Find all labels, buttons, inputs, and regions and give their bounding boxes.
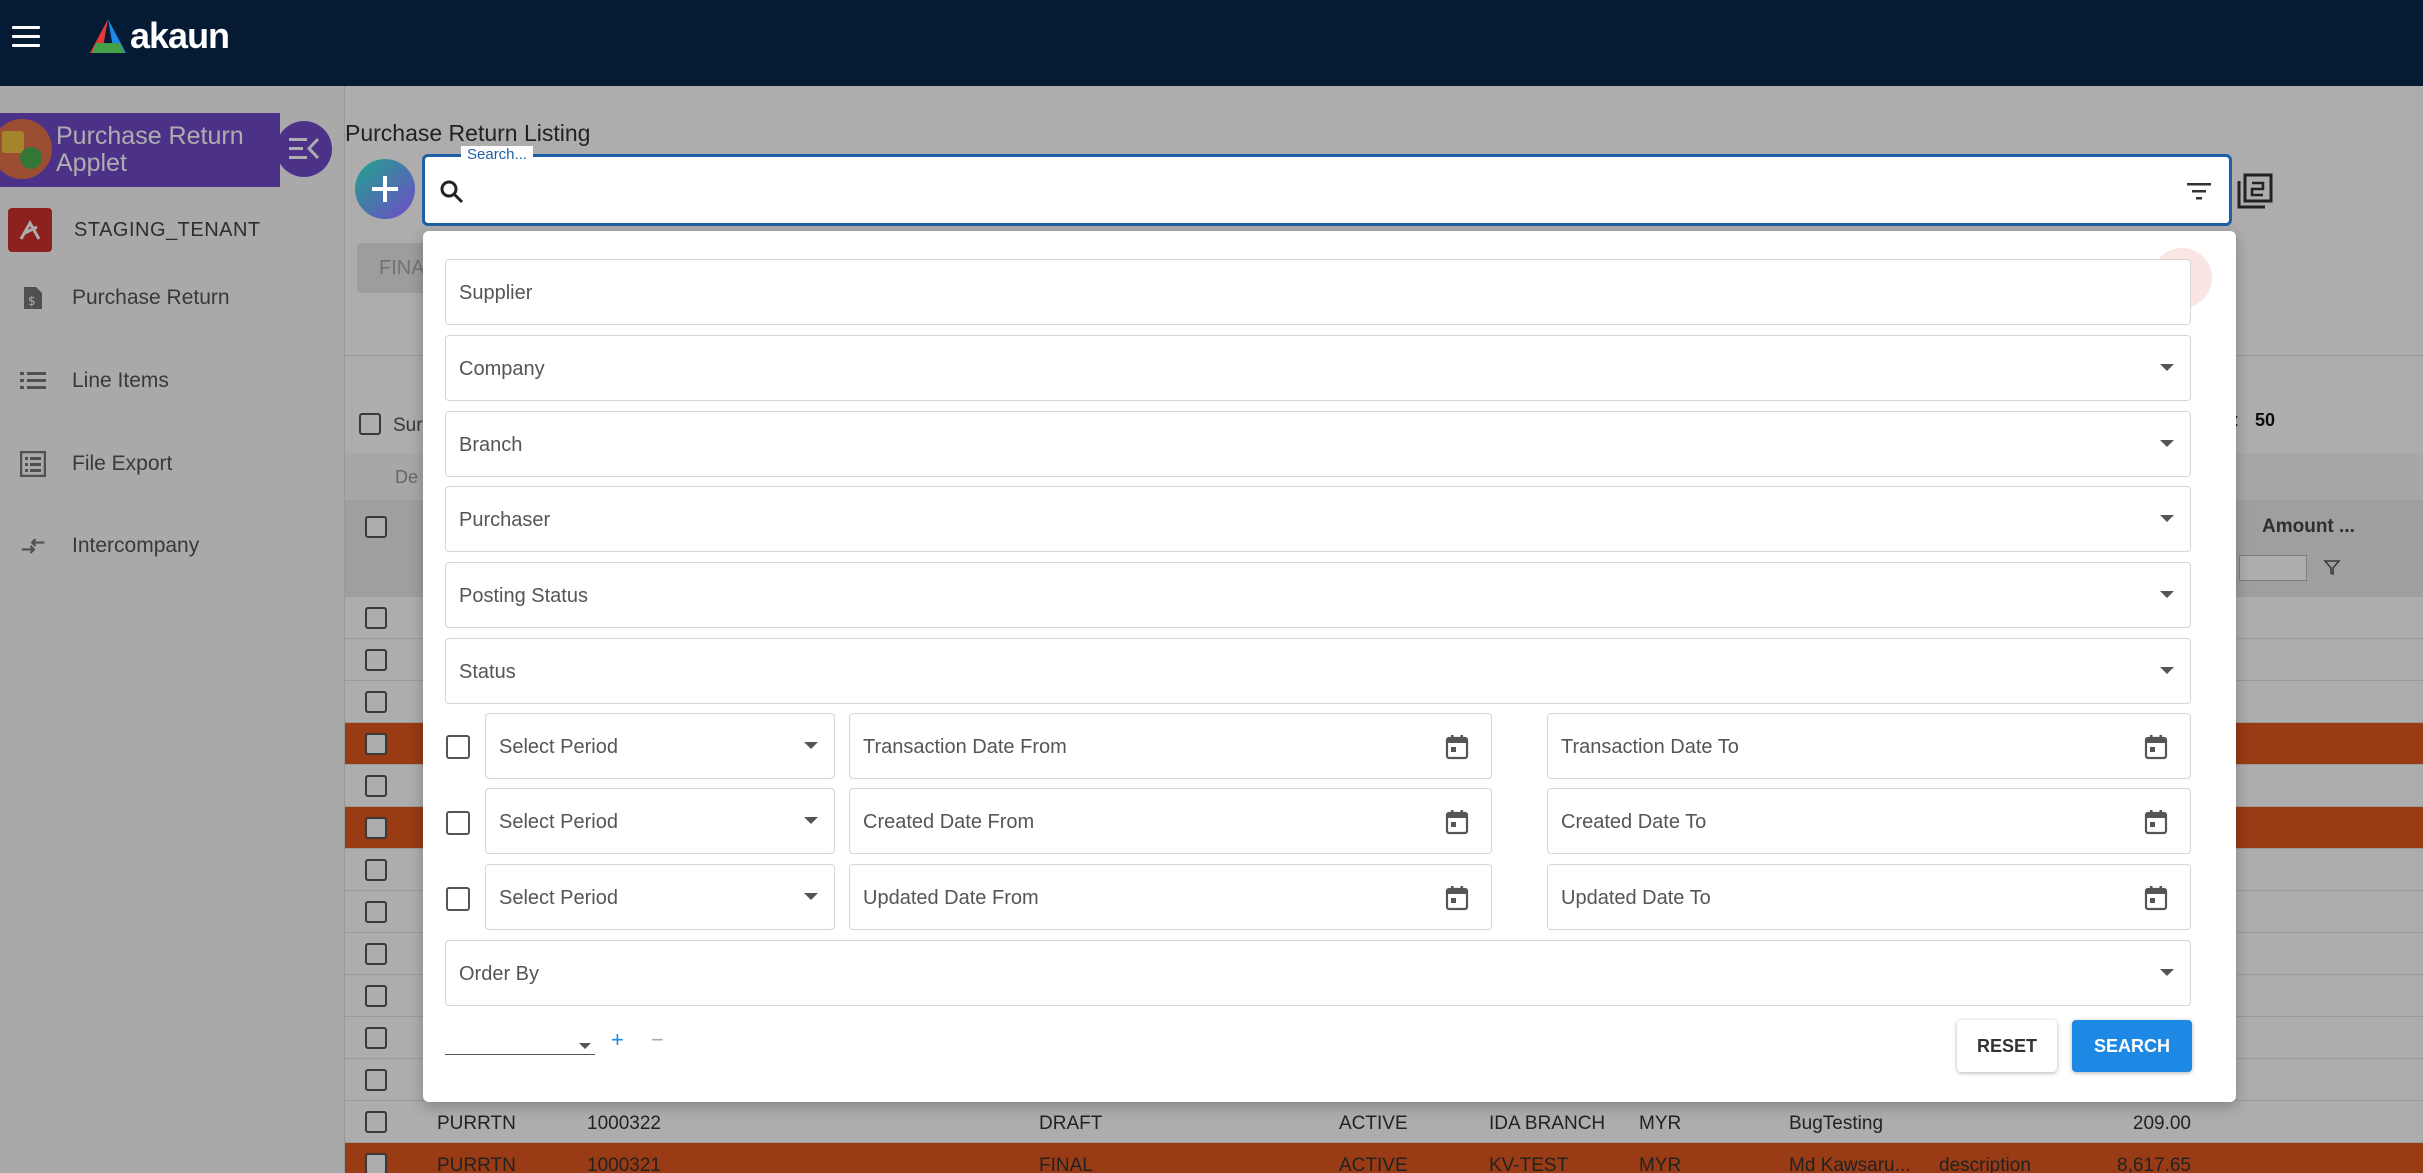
hamburger-menu-icon[interactable]: [12, 26, 40, 50]
status-select[interactable]: Status: [445, 638, 2191, 704]
calendar-icon[interactable]: [2144, 734, 2168, 760]
chevron-down-icon: [2160, 667, 2174, 674]
add-button[interactable]: [355, 159, 415, 219]
created-date-to[interactable]: Created Date To: [1547, 788, 2191, 854]
logo-text: akaun: [130, 15, 230, 56]
purchaser-select[interactable]: Purchaser: [445, 486, 2191, 552]
date-to-label: Created Date To: [1561, 811, 1707, 833]
plus-icon: [372, 176, 398, 202]
supplier-label: Supplier: [459, 282, 533, 304]
posting-status-label: Posting Status: [459, 585, 588, 607]
search-icon: [440, 180, 464, 204]
chevron-down-icon: [2160, 440, 2174, 447]
chevron-down-icon: [2160, 515, 2174, 522]
chevron-down-icon: [2160, 591, 2174, 598]
chevron-down-icon: [579, 1043, 591, 1049]
updated-date-from[interactable]: Updated Date From: [849, 864, 1492, 930]
search-legend: Search...: [461, 146, 534, 163]
created-date-from[interactable]: Created Date From: [849, 788, 1492, 854]
date-to-label: Transaction Date To: [1561, 736, 1739, 758]
purchaser-label: Purchaser: [459, 509, 551, 531]
chevron-down-icon: [804, 817, 818, 824]
chevron-down-icon: [2160, 364, 2174, 371]
created-date-checkbox[interactable]: [446, 811, 470, 835]
date-from-label: Transaction Date From: [863, 736, 1067, 758]
branch-select[interactable]: Branch: [445, 411, 2191, 477]
period-label: Select Period: [499, 811, 618, 833]
updated-date-checkbox[interactable]: [446, 887, 470, 911]
akaun-logo[interactable]: akaun: [88, 14, 230, 58]
advanced-search-panel: × Supplier Company Branch Purchaser Post…: [423, 231, 2236, 1102]
akaun-logo-mark-icon: [90, 19, 126, 53]
status-label: Status: [459, 661, 516, 683]
updated-date-to[interactable]: Updated Date To: [1547, 864, 2191, 930]
reset-button[interactable]: RESET: [1957, 1020, 2057, 1072]
created-period-select[interactable]: Select Period: [485, 788, 835, 854]
remove-sort-button[interactable]: −: [651, 1027, 664, 1053]
top-bar: akaun: [0, 0, 2423, 86]
calendar-icon[interactable]: [1445, 885, 1469, 911]
transaction-date-from[interactable]: Transaction Date From: [849, 713, 1492, 779]
calendar-icon[interactable]: [2144, 885, 2168, 911]
period-label: Select Period: [499, 887, 618, 909]
order-by-select[interactable]: Order By: [445, 940, 2191, 1006]
search-button[interactable]: SEARCH: [2072, 1020, 2192, 1072]
chevron-down-icon: [804, 893, 818, 900]
calendar-icon[interactable]: [2144, 809, 2168, 835]
filter-icon[interactable]: [2185, 181, 2213, 201]
calendar-icon[interactable]: [1445, 734, 1469, 760]
copy-documents-icon[interactable]: [2236, 172, 2274, 210]
sort-field-select[interactable]: [445, 1031, 595, 1055]
order-by-label: Order By: [459, 963, 540, 985]
company-select[interactable]: Company: [445, 335, 2191, 401]
calendar-icon[interactable]: [1445, 809, 1469, 835]
company-label: Company: [459, 358, 545, 380]
date-from-label: Created Date From: [863, 811, 1035, 833]
date-from-label: Updated Date From: [863, 887, 1039, 909]
chevron-down-icon: [804, 742, 818, 749]
search-input[interactable]: [471, 171, 2111, 209]
chevron-down-icon: [2160, 969, 2174, 976]
transaction-date-to[interactable]: Transaction Date To: [1547, 713, 2191, 779]
updated-period-select[interactable]: Select Period: [485, 864, 835, 930]
transaction-date-checkbox[interactable]: [446, 735, 470, 759]
period-label: Select Period: [499, 736, 618, 758]
search-box[interactable]: Search...: [422, 146, 2232, 226]
supplier-field[interactable]: Supplier: [445, 259, 2191, 325]
branch-label: Branch: [459, 434, 523, 456]
add-sort-button[interactable]: +: [611, 1027, 624, 1053]
transaction-period-select[interactable]: Select Period: [485, 713, 835, 779]
page-title: Purchase Return Listing: [345, 120, 591, 146]
date-to-label: Updated Date To: [1561, 887, 1711, 909]
posting-status-select[interactable]: Posting Status: [445, 562, 2191, 628]
